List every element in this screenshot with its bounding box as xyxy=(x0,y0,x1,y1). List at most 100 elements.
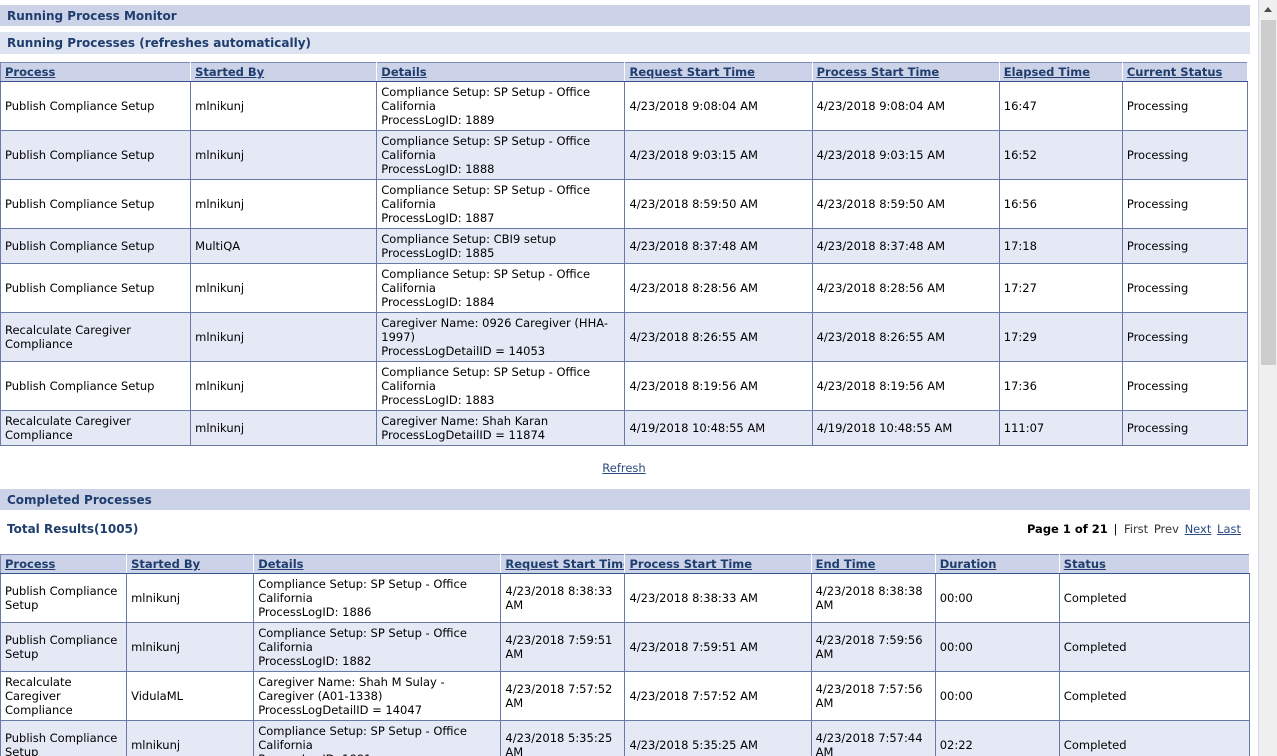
running-cell-elapsed-time: 17:36 xyxy=(998,361,1123,411)
running-cell-details: Compliance Setup: SP Setup - Office Cali… xyxy=(376,179,626,229)
running-col-process[interactable]: Process xyxy=(0,62,192,82)
running-cell-process-start-time: 4/23/2018 8:37:48 AM xyxy=(811,228,1000,264)
table-row: Publish Compliance Setup mlnikunj Complian… xyxy=(0,361,1249,411)
detail-line: Caregiver Name: Shah M Sulay - Caregiver… xyxy=(258,675,445,703)
running-cell-elapsed-time: 16:47 xyxy=(998,81,1123,131)
page-title: Running Process Monitor xyxy=(0,4,1250,26)
detail-line: ProcessLogID: 1882 xyxy=(258,654,372,668)
detail-line: Caregiver Name: 0926 Caregiver (HHA-1997… xyxy=(381,316,608,344)
completed-cell-request-start-time: 4/23/2018 8:38:33 AM xyxy=(500,573,626,623)
running-processes-section-title: Running Processes (refreshes automatical… xyxy=(0,32,1250,54)
running-cell-details: Compliance Setup: SP Setup - Office Cali… xyxy=(376,263,626,313)
refresh-link[interactable]: Refresh xyxy=(602,461,645,475)
running-cell-process: Publish Compliance Setup xyxy=(0,130,192,180)
table-row: Publish Compliance Setup mlnikunj Complian… xyxy=(0,622,1251,672)
completed-col-end-time[interactable]: End Time xyxy=(811,554,936,574)
page-content: Running Process Monitor Running Processe… xyxy=(0,0,1258,756)
refresh-row: Refresh xyxy=(0,446,1248,488)
pager-last[interactable]: Last xyxy=(1216,522,1242,536)
completed-col-started-by[interactable]: Started By xyxy=(126,554,255,574)
pager-next[interactable]: Next xyxy=(1184,522,1213,536)
results-row: Total Results(1005) Page 1 of 21 | First… xyxy=(0,510,1248,546)
completed-cell-details: Compliance Setup: SP Setup - Office Cali… xyxy=(253,720,502,756)
detail-line: ProcessLogDetailID = 11874 xyxy=(381,428,546,442)
running-cell-current-status: Processing xyxy=(1121,312,1249,362)
completed-cell-details: Compliance Setup: SP Setup - Office Cali… xyxy=(253,622,502,672)
completed-cell-process: Publish Compliance Setup xyxy=(0,720,128,756)
completed-cell-duration: 00:00 xyxy=(934,573,1060,623)
detail-line: ProcessLogID: 1881 xyxy=(258,752,496,756)
running-cell-request-start-time: 4/23/2018 8:28:56 AM xyxy=(624,263,813,313)
table-row: Publish Compliance Setup MultiQA Complianc… xyxy=(0,228,1249,264)
running-cell-request-start-time: 4/23/2018 8:26:55 AM xyxy=(624,312,813,362)
running-cell-process-start-time: 4/23/2018 8:19:56 AM xyxy=(811,361,1000,411)
running-col-current-status[interactable]: Current Status xyxy=(1122,62,1249,82)
running-cell-started-by: mlnikunj xyxy=(190,179,378,229)
completed-cell-end-time: 4/23/2018 7:59:56 AM xyxy=(810,622,936,672)
scroll-up-arrow-icon[interactable] xyxy=(1259,1,1277,18)
pager-prev: Prev xyxy=(1153,522,1179,536)
detail-line: ProcessLogID: 1885 xyxy=(381,246,495,260)
running-cell-elapsed-time: 111:07 xyxy=(998,410,1123,446)
running-cell-current-status: Processing xyxy=(1121,361,1249,411)
running-cell-process: Publish Compliance Setup xyxy=(0,263,192,313)
running-cell-process: Publish Compliance Setup xyxy=(0,81,192,131)
running-cell-process-start-time: 4/23/2018 8:59:50 AM xyxy=(811,179,1000,229)
running-col-started-by[interactable]: Started By xyxy=(190,62,378,82)
vertical-scrollbar[interactable] xyxy=(1258,0,1277,756)
completed-cell-end-time: 4/23/2018 8:38:38 AM xyxy=(810,573,936,623)
running-cell-started-by: mlnikunj xyxy=(190,130,378,180)
running-cell-request-start-time: 4/23/2018 9:03:15 AM xyxy=(624,130,813,180)
completed-cell-request-start-time: 4/23/2018 5:35:25 AM xyxy=(500,720,626,756)
detail-line: ProcessLogID: 1888 xyxy=(381,162,495,176)
table-row: Publish Compliance Setup mlnikunj Complian… xyxy=(0,720,1251,756)
completed-cell-duration: 00:00 xyxy=(934,622,1060,672)
completed-cell-request-start-time: 4/23/2018 7:57:52 AM xyxy=(500,671,626,721)
completed-cell-details: Compliance Setup: SP Setup - Office Cali… xyxy=(253,573,502,623)
running-cell-process-start-time: 4/23/2018 8:26:55 AM xyxy=(811,312,1000,362)
running-cell-started-by: mlnikunj xyxy=(190,410,378,446)
table-row: Publish Compliance Setup mlnikunj Complian… xyxy=(0,179,1249,229)
running-cell-request-start-time: 4/23/2018 9:08:04 AM xyxy=(624,81,813,131)
table-row: Publish Compliance Setup mlnikunj Complian… xyxy=(0,263,1249,313)
completed-cell-end-time: 4/23/2018 7:57:44 AM xyxy=(810,720,936,756)
running-cell-request-start-time: 4/23/2018 8:59:50 AM xyxy=(624,179,813,229)
completed-cell-started-by: mlnikunj xyxy=(126,622,255,672)
detail-line: ProcessLogDetailID = 14053 xyxy=(381,344,546,358)
running-table-header-row: Process Started By Details Request Start… xyxy=(0,62,1249,82)
running-processes-table: Process Started By Details Request Start… xyxy=(0,62,1249,446)
running-cell-details: Caregiver Name: Shah Karan ProcessLogDeta… xyxy=(376,410,626,446)
running-col-request-start-time[interactable]: Request Start Time xyxy=(624,62,813,82)
detail-line: ProcessLogID: 1883 xyxy=(381,393,495,407)
page-info: Page 1 of 21 xyxy=(1026,522,1108,536)
running-col-details[interactable]: Details xyxy=(376,62,626,82)
detail-line: Compliance Setup: SP Setup - Office Cali… xyxy=(381,183,591,211)
running-cell-process: Publish Compliance Setup xyxy=(0,361,192,411)
completed-col-status[interactable]: Status xyxy=(1059,554,1251,574)
running-cell-details: Caregiver Name: 0926 Caregiver (HHA-1997… xyxy=(376,312,626,362)
completed-cell-started-by: VidulaML xyxy=(126,671,255,721)
running-cell-elapsed-time: 17:18 xyxy=(998,228,1123,264)
completed-col-duration[interactable]: Duration xyxy=(935,554,1060,574)
running-cell-process-start-time: 4/19/2018 10:48:55 AM xyxy=(811,410,1000,446)
completed-cell-process-start-time: 4/23/2018 8:38:33 AM xyxy=(624,573,812,623)
completed-col-process[interactable]: Process xyxy=(0,554,128,574)
table-row: Recalculate Caregiver Compliance mlnikunj… xyxy=(0,410,1249,446)
completed-col-request-start-time[interactable]: Request Start Time xyxy=(500,554,626,574)
running-cell-request-start-time: 4/19/2018 10:48:55 AM xyxy=(624,410,813,446)
table-row: Recalculate Caregiver Compliance mlnikunj… xyxy=(0,312,1249,362)
running-col-elapsed-time[interactable]: Elapsed Time xyxy=(999,62,1123,82)
completed-cell-started-by: mlnikunj xyxy=(126,573,255,623)
scrollbar-thumb[interactable] xyxy=(1261,20,1276,365)
completed-cell-started-by: mlnikunj xyxy=(126,720,255,756)
table-row: Recalculate Caregiver Compliance VidulaML… xyxy=(0,671,1251,721)
running-cell-current-status: Processing xyxy=(1121,263,1249,313)
detail-line: Compliance Setup: SP Setup - Office Cali… xyxy=(381,365,591,393)
completed-cell-process-start-time: 4/23/2018 5:35:25 AM xyxy=(624,720,812,756)
completed-col-process-start-time[interactable]: Process Start Time xyxy=(624,554,812,574)
completed-col-details[interactable]: Details xyxy=(253,554,502,574)
completed-cell-status: Completed xyxy=(1058,622,1251,672)
completed-processes-table: Process Started By Details Request Start… xyxy=(0,554,1251,756)
running-cell-details: Compliance Setup: SP Setup - Office Cali… xyxy=(376,130,626,180)
running-col-process-start-time[interactable]: Process Start Time xyxy=(812,62,1000,82)
